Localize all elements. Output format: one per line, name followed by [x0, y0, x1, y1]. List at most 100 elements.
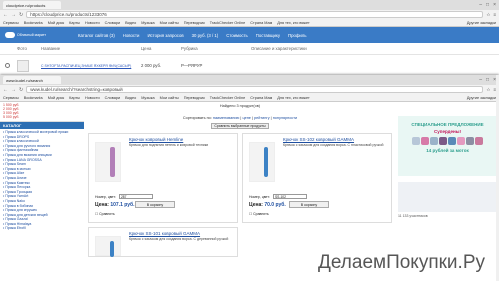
bookmark-item[interactable]: Страна Мам	[250, 96, 272, 100]
url-field[interactable]: www.kudel.ru/search/?searchstring=ковров…	[26, 86, 484, 93]
back-icon[interactable]: ←	[3, 12, 8, 18]
menu-profile[interactable]: Профиль	[288, 33, 307, 38]
bookmark-item[interactable]: Мой диск	[48, 96, 64, 100]
menu-supplier[interactable]: Поставщику	[256, 33, 280, 38]
bookmark-item[interactable]: Словари	[105, 21, 120, 25]
address-bar-row: ← → ↻ https://cloudprice.ru/products/12330…	[0, 10, 499, 19]
other-bookmarks[interactable]: Другие закладки	[467, 96, 496, 100]
menu-icon[interactable]: ≡	[493, 12, 496, 17]
back-icon[interactable]: ←	[3, 87, 8, 93]
browser-window-front: www.kudel.ru/search – □ × ← → ↻ www.kudel.…	[0, 75, 499, 281]
product-image[interactable]	[249, 142, 275, 182]
variant-select[interactable]: SS-102	[272, 194, 307, 199]
category-link[interactable]: • Пряжа Etrofil	[3, 226, 81, 231]
window-controls: – □ ×	[479, 2, 496, 8]
bookmark-item[interactable]: TrackChecker Online	[210, 21, 246, 25]
bookmark-item[interactable]: Переводчик	[184, 96, 205, 100]
bookmark-item[interactable]: Музыка	[141, 21, 154, 25]
sort-price[interactable]: цене	[242, 116, 250, 120]
add-to-cart-button[interactable]: В корзину	[289, 201, 329, 208]
bookmark-item[interactable]: Сервисы	[3, 96, 19, 100]
star-icon[interactable]: ☆	[486, 87, 490, 93]
tab-active[interactable]: cloudprice.ru/products	[3, 1, 61, 9]
bookmark-item[interactable]: Мои сайты	[160, 96, 179, 100]
star-icon[interactable]: ☆	[486, 12, 490, 18]
bookmark-item[interactable]: Мои сайты	[160, 21, 179, 25]
product-description: Крючок с язычком для создания ворса. С д…	[129, 237, 229, 241]
product-thumbnail[interactable]	[17, 59, 29, 72]
product-price: Цена: 70.0 руб.	[249, 202, 286, 208]
table-header: Фото Название Цена Рубрика Описание и ха…	[0, 43, 499, 55]
hook-image	[110, 241, 114, 257]
product-image[interactable]	[95, 236, 121, 257]
product-card: Крючок SS-101 ковровый GAMMA Крючок с яз…	[88, 227, 238, 257]
special-offer-banner[interactable]: СПЕЦИАЛЬНОЕ ПРЕДЛОЖЕНИЕ Супердены! 14 ру…	[398, 116, 497, 176]
cloud-icon	[5, 32, 15, 38]
row-checkbox[interactable]	[5, 62, 10, 68]
site-logo[interactable]: Облачный маркет	[5, 32, 70, 38]
bookmark-item[interactable]: Карты	[69, 21, 80, 25]
product-card: Крючок SS-102 ковровый GAMMA Крючок с яз…	[242, 133, 392, 223]
minimize-icon[interactable]: –	[479, 2, 482, 8]
yarn-image	[398, 137, 497, 145]
bookmark-item[interactable]: Сервисы	[3, 21, 19, 25]
window-controls: – □ ×	[479, 77, 496, 83]
forward-icon[interactable]: →	[11, 87, 16, 93]
bookmark-item[interactable]: Мой диск	[48, 21, 64, 25]
product-name-link[interactable]: С SHTOFTA РАСПИЧЕЦ ЗНАЧЕ ЯХКЕРЯ ФИЧ(САСЫ…	[41, 64, 141, 68]
reload-icon[interactable]: ↻	[19, 87, 23, 93]
left-sidebar: 1 500 руб. 2 000 руб. 3 000 руб. 5 000 р…	[0, 102, 84, 272]
bookmark-item[interactable]: Bookmarks	[24, 96, 43, 100]
bookmark-item[interactable]: Bookmarks	[24, 21, 43, 25]
address-bar-row: ← → ↻ www.kudel.ru/search/?searchstring=ко…	[0, 85, 499, 94]
product-title-link[interactable]: Крючок SS-101 ковровый GAMMA	[129, 231, 233, 236]
tab-active[interactable]: www.kudel.ru/search	[3, 76, 61, 84]
menu-news[interactable]: Новости	[123, 33, 140, 38]
results-count: Найдено 3 продукт(ов)	[219, 104, 261, 108]
menu-catalog[interactable]: Каталог сайтов (3)	[78, 33, 115, 38]
maximize-icon[interactable]: □	[486, 2, 489, 8]
variant-select[interactable]: 287	[118, 194, 153, 199]
compare-checkbox[interactable]: ☐ Сравнить	[95, 212, 115, 216]
maximize-icon[interactable]: □	[486, 77, 489, 83]
social-widget: 11 133 участников	[398, 182, 497, 218]
bookmark-item[interactable]: Видео	[125, 21, 136, 25]
products-table: Фото Название Цена Рубрика Описание и ха…	[0, 43, 499, 77]
compare-checkbox[interactable]: ☐ Сравнить	[249, 212, 269, 216]
bookmark-item[interactable]: Карты	[69, 96, 80, 100]
bookmark-item[interactable]: Для тех, кто вяжет	[277, 21, 310, 25]
bookmark-item[interactable]: TrackChecker Online	[210, 96, 246, 100]
tab-title: cloudprice.ru/products	[6, 2, 46, 8]
sort-name[interactable]: наименованию	[213, 116, 239, 120]
menu-balance[interactable]: 30 руб. (3 / 1)	[192, 33, 219, 38]
bookmark-item[interactable]: Переводчик	[184, 21, 205, 25]
add-to-cart-button[interactable]: В корзину	[135, 201, 175, 208]
bookmark-item[interactable]: Новости	[85, 96, 100, 100]
search-results: Найдено 3 продукт(ов) Сортировать по: на…	[84, 102, 396, 272]
bookmarks-bar: Сервисы Bookmarks Мой диск Карты Новости Слов…	[0, 19, 499, 27]
bookmark-item[interactable]: Словари	[105, 96, 120, 100]
bookmark-item[interactable]: Видео	[125, 96, 136, 100]
group-photos[interactable]	[398, 182, 497, 212]
bookmark-item[interactable]: Музыка	[141, 96, 154, 100]
product-title-link[interactable]: Крючок ковровый Hemline	[129, 137, 233, 142]
reload-icon[interactable]: ↻	[19, 12, 23, 18]
table-row[interactable]: С SHTOFTA РАСПИЧЕЦ ЗНАЧЕ ЯХКЕРЯ ФИЧ(САСЫ…	[0, 55, 499, 77]
product-price: 2 000 руб.	[141, 63, 162, 68]
menu-cost[interactable]: Стоимость	[226, 33, 248, 38]
product-title-link[interactable]: Крючок SS-102 ковровый GAMMA	[283, 137, 387, 142]
compare-selected-button[interactable]: Сравнить выбранные продукты	[211, 123, 269, 129]
forward-icon[interactable]: →	[11, 12, 16, 18]
sort-bar: Сортировать по: наименованию | цене | ре…	[182, 116, 298, 120]
sort-rating[interactable]: рейтингу	[254, 116, 270, 120]
sort-popularity[interactable]: популярности	[273, 116, 297, 120]
other-bookmarks[interactable]: Другие закладки	[467, 21, 496, 25]
bookmark-item[interactable]: Страна Мам	[250, 21, 272, 25]
close-icon[interactable]: ×	[493, 2, 496, 8]
menu-history[interactable]: История запросов	[147, 33, 183, 38]
bookmark-item[interactable]: Для тех, кто вяжет	[277, 96, 310, 100]
product-image[interactable]	[95, 142, 121, 182]
bookmark-item[interactable]: Новости	[85, 21, 100, 25]
url-field[interactable]: https://cloudprice.ru/products/1233076	[26, 11, 484, 18]
minimize-icon[interactable]: –	[479, 77, 482, 83]
